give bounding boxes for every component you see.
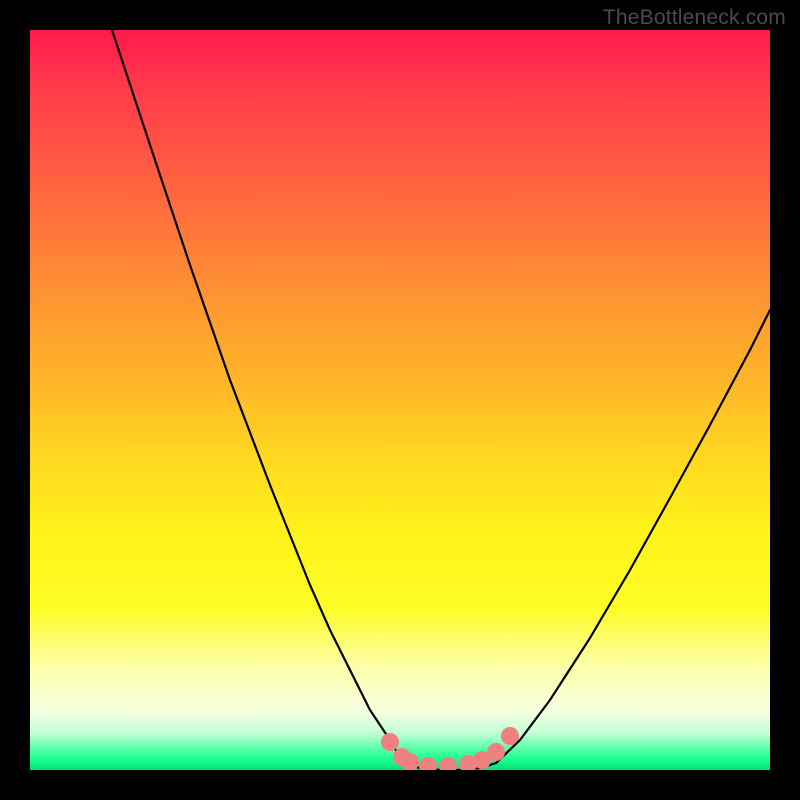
bottleneck-curve	[112, 30, 770, 770]
marker-dot	[419, 757, 437, 770]
marker-dot	[487, 743, 505, 761]
plot-area	[30, 30, 770, 770]
marker-dot	[501, 727, 519, 745]
marker-group	[381, 727, 519, 770]
marker-dot	[439, 757, 457, 770]
marker-dot	[381, 733, 399, 751]
chart-svg	[30, 30, 770, 770]
watermark-text: TheBottleneck.com	[603, 6, 786, 30]
chart-frame: TheBottleneck.com	[0, 0, 800, 800]
